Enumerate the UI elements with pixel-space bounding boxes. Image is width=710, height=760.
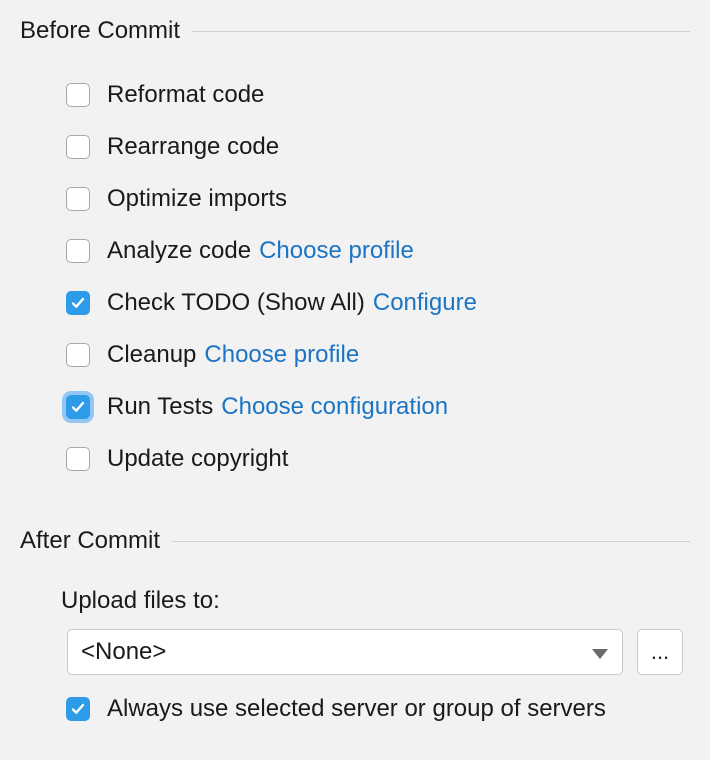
option-cleanup[interactable]: Cleanup Choose profile [66, 340, 359, 370]
rearrange-code-label: Rearrange code [107, 133, 280, 160]
chevron-down-icon [592, 649, 608, 659]
option-run-tests[interactable]: Run Tests Choose configuration [66, 392, 448, 422]
option-update-copyright[interactable]: Update copyright [66, 444, 288, 474]
upload-server-dropdown[interactable]: <None> [67, 629, 623, 675]
reformat-code-checkbox[interactable] [66, 83, 90, 107]
cleanup-label: Cleanup [107, 341, 197, 368]
after-commit-header: After Commit [20, 526, 690, 556]
analyze-code-label: Analyze code [107, 237, 252, 264]
always-use-server-checkbox-row[interactable]: Always use selected server or group of s… [66, 694, 606, 724]
option-optimize-imports[interactable]: Optimize imports [66, 184, 287, 214]
reformat-code-label: Reformat code [107, 81, 265, 108]
separator [172, 540, 690, 542]
browse-servers-button[interactable]: ... [637, 629, 683, 675]
check-todo-show-all-link[interactable]: Configure [373, 289, 477, 317]
upload-server-value: <None> [81, 638, 167, 665]
run-tests-link[interactable]: Choose configuration [221, 393, 448, 421]
checkmark-icon [71, 297, 85, 308]
option-analyze-code[interactable]: Analyze code Choose profile [66, 236, 414, 266]
upload-files-label: Upload files to: [61, 587, 220, 614]
always-use-server-label: Always use selected server or group of s… [107, 695, 606, 722]
after-commit-title: After Commit [20, 527, 161, 554]
checkmark-icon [71, 703, 85, 714]
check-todo-show-all-label: Check TODO (Show All) [107, 289, 365, 316]
option-check-todo-show-all[interactable]: Check TODO (Show All) Configure [66, 288, 477, 318]
update-copyright-label: Update copyright [107, 445, 289, 472]
analyze-code-link[interactable]: Choose profile [259, 237, 414, 265]
analyze-code-checkbox[interactable] [66, 239, 90, 263]
run-tests-checkbox[interactable] [66, 395, 90, 419]
checkmark-icon [71, 401, 85, 412]
before-commit-header: Before Commit [20, 16, 690, 46]
check-todo-show-all-checkbox[interactable] [66, 291, 90, 315]
cleanup-link[interactable]: Choose profile [204, 341, 359, 369]
run-tests-label: Run Tests [107, 393, 214, 420]
cleanup-checkbox[interactable] [66, 343, 90, 367]
optimize-imports-checkbox[interactable] [66, 187, 90, 211]
rearrange-code-checkbox[interactable] [66, 135, 90, 159]
always-use-server-checkbox[interactable] [66, 697, 90, 721]
separator [192, 30, 690, 32]
option-reformat-code[interactable]: Reformat code [66, 80, 264, 110]
update-copyright-checkbox[interactable] [66, 447, 90, 471]
before-commit-title: Before Commit [20, 17, 181, 44]
optimize-imports-label: Optimize imports [107, 185, 288, 212]
option-rearrange-code[interactable]: Rearrange code [66, 132, 279, 162]
